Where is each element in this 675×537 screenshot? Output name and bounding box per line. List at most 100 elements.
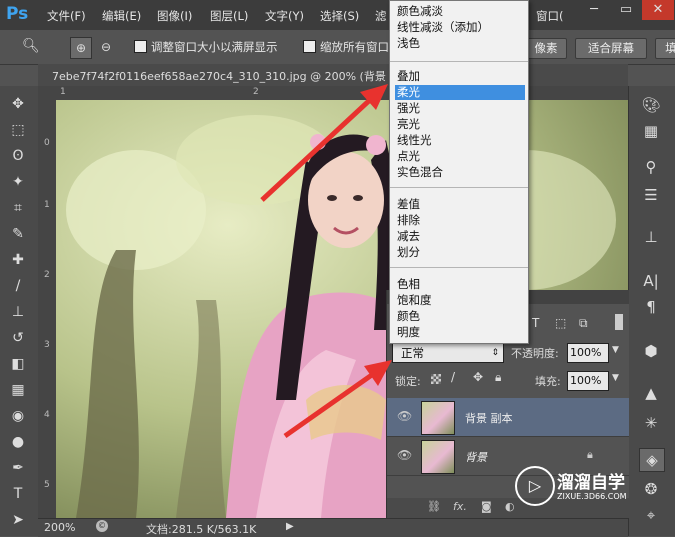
- resize-windows-checkbox[interactable]: [134, 40, 147, 53]
- photoshop-logo: Ps: [6, 4, 29, 24]
- blend-option[interactable]: 颜色减淡: [395, 4, 525, 19]
- menu-type[interactable]: 文字(Y): [265, 8, 304, 24]
- blend-option[interactable]: 饱和度: [395, 293, 525, 308]
- opacity-field[interactable]: 100%: [567, 343, 609, 363]
- layer-row[interactable]: 👁︎ 背景 副本: [387, 398, 629, 437]
- blend-option[interactable]: 浅色: [395, 36, 525, 51]
- blend-option[interactable]: 划分: [395, 245, 525, 260]
- blend-option-selected[interactable]: 柔光: [395, 85, 525, 100]
- eye-icon[interactable]: 👁︎: [397, 448, 412, 462]
- link-layers-icon[interactable]: ⛓: [427, 500, 441, 513]
- blend-option[interactable]: 差值: [395, 197, 525, 212]
- clone-stamp-tool-icon[interactable]: ⊥: [7, 302, 29, 322]
- blend-option[interactable]: 色相: [395, 277, 525, 292]
- filter-toggle-icon[interactable]: [615, 314, 623, 330]
- paragraph-panel-icon[interactable]: ¶: [639, 296, 663, 318]
- type-tool-icon[interactable]: T: [7, 484, 29, 504]
- lock-pixels-icon[interactable]: /: [451, 370, 455, 384]
- minimize-icon[interactable]: ─: [578, 0, 610, 20]
- zoom-all-checkbox[interactable]: [303, 40, 316, 53]
- clone-source-panel-icon[interactable]: ⊥: [639, 226, 663, 248]
- actual-pixels-button[interactable]: 像素: [525, 38, 567, 59]
- fill-field[interactable]: 100%: [567, 371, 609, 391]
- blend-mode-select[interactable]: 正常 ⇕: [392, 343, 504, 363]
- info-icon[interactable]: ©: [96, 520, 108, 532]
- layers-panel-icon[interactable]: ◈: [639, 448, 665, 472]
- ruler-tick: 2: [44, 270, 50, 280]
- menu-divider: [390, 187, 528, 188]
- blend-option[interactable]: 强光: [395, 101, 525, 116]
- magic-wand-tool-icon[interactable]: ✦: [7, 172, 29, 192]
- 3d-panel-icon[interactable]: ⬢: [639, 340, 663, 362]
- blend-option[interactable]: 点光: [395, 149, 525, 164]
- lock-all-icon[interactable]: 🔒︎: [495, 370, 501, 385]
- paths-panel-icon[interactable]: ⌖: [639, 504, 663, 526]
- mask-icon[interactable]: ◙: [481, 500, 492, 513]
- zoom-in-icon[interactable]: ⊕: [70, 37, 92, 59]
- status-menu-arrow-icon[interactable]: ▶: [286, 521, 294, 532]
- watermark-url: ZIXUE.3D66.COM: [557, 492, 627, 501]
- opacity-dropdown-icon[interactable]: ▼: [612, 345, 619, 355]
- dodge-tool-icon[interactable]: ●: [7, 432, 29, 452]
- menu-window[interactable]: 窗口(: [536, 8, 564, 24]
- move-tool-icon[interactable]: ✥: [7, 94, 29, 114]
- properties-panel-icon[interactable]: ☰: [639, 184, 663, 206]
- eye-icon[interactable]: 👁︎: [397, 409, 412, 423]
- menu-file[interactable]: 文件(F): [47, 8, 86, 24]
- channels-panel-icon[interactable]: ❂: [639, 478, 663, 500]
- adjustments-panel-icon[interactable]: ⚲: [639, 156, 663, 178]
- close-icon[interactable]: ✕: [642, 0, 674, 20]
- lock-transparent-icon[interactable]: [431, 374, 441, 384]
- marquee-tool-icon[interactable]: ⬚: [7, 120, 29, 140]
- filter-type-icon[interactable]: T: [532, 316, 539, 330]
- zoom-out-icon[interactable]: ⊖: [96, 37, 116, 57]
- document-tab[interactable]: 7ebe7f74f2f0116eef658ae270c4_310_310.jpg…: [38, 64, 628, 86]
- brush-tool-icon[interactable]: /: [7, 276, 29, 296]
- eraser-tool-icon[interactable]: ◧: [7, 354, 29, 374]
- blend-option[interactable]: 线性减淡（添加）: [395, 20, 525, 35]
- adjustment-layer-icon[interactable]: ◐: [505, 500, 515, 513]
- character-panel-icon[interactable]: A|: [639, 270, 663, 292]
- blur-tool-icon[interactable]: ◉: [7, 406, 29, 426]
- filter-smart-icon[interactable]: ⧉: [579, 316, 588, 331]
- path-selection-tool-icon[interactable]: ➤: [7, 510, 29, 530]
- blend-option[interactable]: 明度: [395, 325, 525, 340]
- gradient-tool-icon[interactable]: ▦: [7, 380, 29, 400]
- history-brush-tool-icon[interactable]: ↺: [7, 328, 29, 348]
- filter-shape-icon[interactable]: ⬚: [555, 316, 566, 330]
- lasso-tool-icon[interactable]: ʘ: [7, 146, 29, 166]
- fit-screen-button[interactable]: 适合屏幕: [575, 38, 647, 59]
- blend-option[interactable]: 亮光: [395, 117, 525, 132]
- layer-name[interactable]: 背景 副本: [465, 410, 513, 426]
- ruler-tick: 3: [44, 340, 50, 350]
- navigator-panel-icon[interactable]: ✳: [639, 412, 663, 434]
- blend-option[interactable]: 线性光: [395, 133, 525, 148]
- eyedropper-tool-icon[interactable]: ✎: [7, 224, 29, 244]
- lock-position-icon[interactable]: ✥: [473, 370, 483, 384]
- crop-tool-icon[interactable]: ⌗: [7, 198, 29, 218]
- menu-filter[interactable]: 滤: [375, 8, 387, 24]
- zoom-level[interactable]: 200%: [44, 521, 75, 534]
- menu-layer[interactable]: 图层(L): [210, 8, 248, 24]
- blend-option[interactable]: 叠加: [395, 69, 525, 84]
- healing-brush-tool-icon[interactable]: ✚: [7, 250, 29, 270]
- histogram-panel-icon[interactable]: ▲: [639, 382, 663, 404]
- swatches-panel-icon[interactable]: ▦: [639, 120, 663, 142]
- zoom-all-label: 缩放所有窗口: [320, 40, 389, 54]
- blend-option[interactable]: 实色混合: [395, 165, 525, 180]
- color-panel-icon[interactable]: 🎨︎: [639, 94, 663, 116]
- blend-option[interactable]: 颜色: [395, 309, 525, 324]
- blend-option[interactable]: 减去: [395, 229, 525, 244]
- menu-image[interactable]: 图像(I): [157, 8, 192, 24]
- menu-edit[interactable]: 编辑(E): [102, 8, 141, 24]
- pen-tool-icon[interactable]: ✒: [7, 458, 29, 478]
- zoom-tool-icon[interactable]: 🔍︎: [22, 38, 42, 56]
- layer-name[interactable]: 背景: [465, 449, 487, 465]
- watermark: ▷ 溜溜自学 ZIXUE.3D66.COM: [515, 462, 635, 510]
- blend-option[interactable]: 排除: [395, 213, 525, 228]
- fx-icon[interactable]: fx.: [453, 500, 467, 513]
- fill-screen-button[interactable]: 填: [655, 38, 675, 59]
- fill-dropdown-icon[interactable]: ▼: [612, 373, 619, 383]
- maximize-icon[interactable]: ▭: [610, 0, 642, 20]
- menu-select[interactable]: 选择(S): [320, 8, 359, 24]
